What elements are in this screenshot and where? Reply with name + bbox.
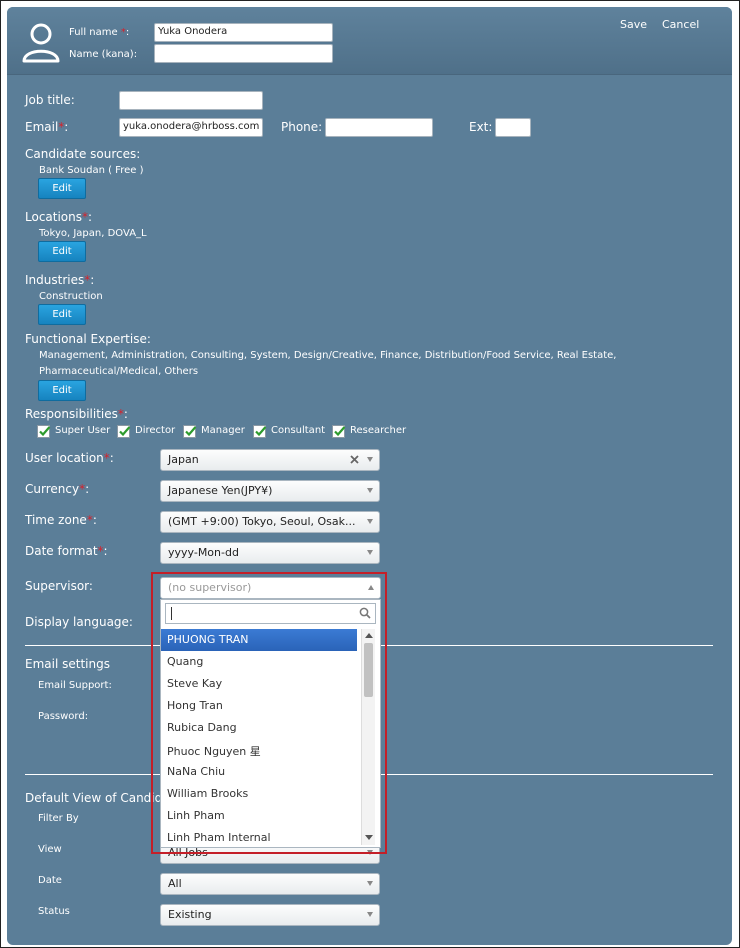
full-name-input[interactable]: Yuka Onodera <box>154 23 333 42</box>
edit-industries-button[interactable]: Edit <box>38 304 86 325</box>
ext-label: Ext: <box>469 120 493 134</box>
chevron-down-icon <box>367 912 373 917</box>
date-select[interactable]: All <box>160 873 380 895</box>
status-label: Status <box>38 906 70 917</box>
user-profile-panel: Full name *: Yuka Onodera Name (kana): S… <box>7 7 732 945</box>
date-format-select[interactable]: yyyy-Mon-dd <box>160 542 380 564</box>
window-frame: Full name *: Yuka Onodera Name (kana): S… <box>0 0 740 948</box>
password-label: Password: <box>38 711 89 722</box>
chevron-down-icon <box>367 550 373 555</box>
name-kana-input[interactable] <box>154 44 333 63</box>
functional-expertise-line2: Pharmaceutical/Medical, Others <box>39 366 199 377</box>
super-user-label: Super User <box>55 425 111 436</box>
email-support-label: Email Support: <box>38 680 112 691</box>
email-settings-title: Email settings <box>25 657 110 671</box>
clear-icon[interactable] <box>350 455 359 464</box>
edit-functional-expertise-button[interactable]: Edit <box>38 380 86 401</box>
locations-value: Tokyo, Japan, DOVA_L <box>39 228 147 239</box>
date-value: All <box>168 877 182 890</box>
date-label: Date <box>38 875 62 886</box>
email-input[interactable]: yuka.onodera@hrboss.com <box>119 118 263 137</box>
checkmark-icon <box>185 426 197 437</box>
researcher-label: Researcher <box>350 425 407 436</box>
candidate-sources-value: Bank Soudan ( Free ) <box>39 165 144 176</box>
edit-locations-button[interactable]: Edit <box>38 241 86 262</box>
currency-select[interactable]: Japanese Yen(JPY¥) <box>160 480 380 502</box>
consultant-checkbox[interactable] <box>253 425 267 438</box>
director-checkbox[interactable] <box>117 425 131 438</box>
edit-candidate-sources-button[interactable]: Edit <box>38 178 86 199</box>
manager-checkbox[interactable] <box>183 425 197 438</box>
user-location-label: User location*: <box>25 451 114 465</box>
status-select[interactable]: Existing <box>160 904 380 926</box>
director-label: Director <box>135 425 176 436</box>
name-kana-label: Name (kana): <box>69 49 138 60</box>
job-title-label: Job title: <box>25 93 75 107</box>
cancel-button[interactable]: Cancel <box>662 18 699 31</box>
manager-label: Manager <box>201 425 245 436</box>
chevron-down-icon <box>367 457 373 462</box>
researcher-checkbox[interactable] <box>332 425 346 438</box>
super-user-checkbox[interactable] <box>37 425 51 438</box>
phone-input[interactable] <box>325 118 433 137</box>
chevron-down-icon <box>367 519 373 524</box>
chevron-down-icon <box>367 488 373 493</box>
industries-label: Industries*: <box>25 273 95 287</box>
chevron-down-icon <box>367 881 373 886</box>
user-location-value: Japan <box>168 453 199 466</box>
time-zone-label: Time zone*: <box>25 513 97 527</box>
consultant-label: Consultant <box>271 425 326 436</box>
user-avatar-icon <box>22 23 60 63</box>
default-view-title: Default View of Candida <box>25 791 170 805</box>
currency-label: Currency*: <box>25 482 90 496</box>
date-format-label: Date format*: <box>25 544 108 558</box>
checkmark-icon <box>39 426 51 437</box>
checkmark-icon <box>255 426 267 437</box>
responsibilities-label: Responsibilities*: <box>25 407 128 421</box>
currency-value: Japanese Yen(JPY¥) <box>168 484 273 497</box>
phone-label: Phone: <box>281 120 323 134</box>
user-location-select[interactable]: Japan <box>160 449 380 471</box>
functional-expertise-label: Functional Expertise: <box>25 332 151 346</box>
view-label: View <box>38 844 62 855</box>
time-zone-value: (GMT +9:00) Tokyo, Seoul, Osak... <box>168 515 356 528</box>
filter-by-label: Filter By <box>38 813 79 824</box>
industries-value: Construction <box>39 291 103 302</box>
candidate-sources-label: Candidate sources: <box>25 147 141 161</box>
supervisor-label: Supervisor: <box>25 579 93 593</box>
checkmark-icon <box>334 426 346 437</box>
checkmark-icon <box>119 426 131 437</box>
ext-input[interactable] <box>495 118 531 137</box>
full-name-label: Full name *: <box>69 27 130 38</box>
functional-expertise-line1: Management, Administration, Consulting, … <box>39 350 617 361</box>
date-format-value: yyyy-Mon-dd <box>168 546 239 559</box>
display-language-label: Display language: <box>25 615 133 629</box>
email-label: Email*: <box>25 120 69 134</box>
time-zone-select[interactable]: (GMT +9:00) Tokyo, Seoul, Osak... <box>160 511 380 533</box>
profile-header: Full name *: Yuka Onodera Name (kana): S… <box>7 7 732 75</box>
save-button[interactable]: Save <box>620 18 647 31</box>
status-value: Existing <box>168 908 212 921</box>
locations-label: Locations*: <box>25 210 93 224</box>
annotation-highlight-box <box>151 572 387 854</box>
job-title-input[interactable] <box>119 91 263 110</box>
